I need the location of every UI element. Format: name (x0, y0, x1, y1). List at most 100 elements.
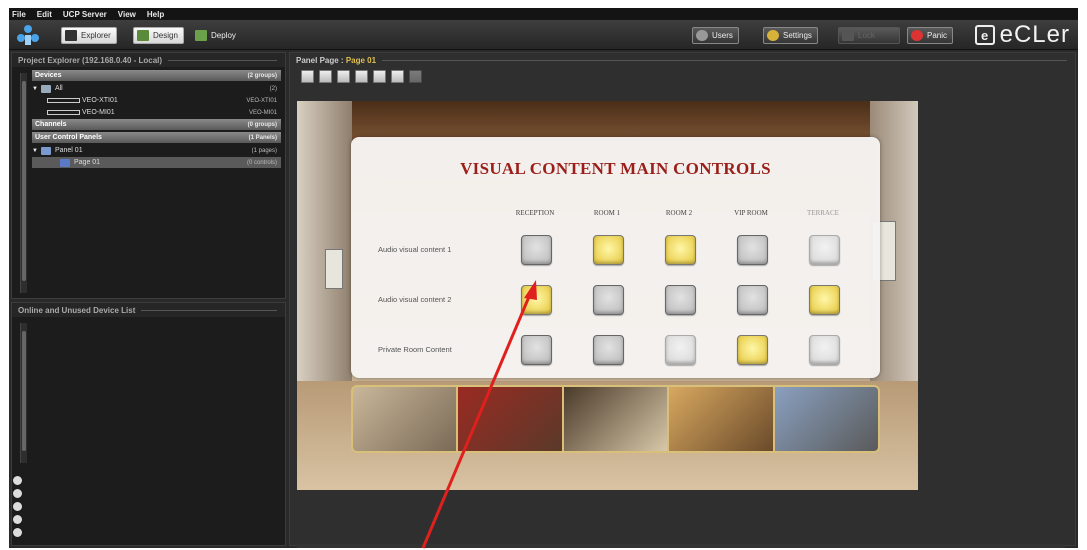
row-label-av-content-1: Audio visual content 1 (378, 245, 452, 254)
device-icon (47, 110, 80, 115)
panic-icon (911, 30, 923, 41)
ecler-logo-word: eCLer (999, 21, 1070, 48)
tree-user-control-panels[interactable]: User Control Panels (1 Panels) (32, 132, 281, 143)
side-button-3[interactable] (13, 502, 22, 511)
design-button[interactable]: Design (133, 27, 184, 44)
tree-device-1[interactable]: VEO-XTI01 VEO-XTI01 (32, 95, 281, 106)
side-button-5[interactable] (13, 528, 22, 537)
move-tool-icon[interactable] (373, 70, 386, 83)
deploy-icon (195, 30, 207, 41)
tree-device-1-id: VEO-XTI01 (246, 97, 277, 104)
toggle-pad-r2-c2[interactable] (593, 285, 624, 315)
menu-edit[interactable]: Edit (37, 10, 52, 19)
toggle-pad-r2-c4[interactable] (737, 285, 768, 315)
device-list-scrollbar[interactable] (20, 323, 27, 463)
tree-device-1-label: VEO-XTI01 (82, 97, 118, 104)
photo-terrace (774, 387, 878, 451)
expand-arrow-icon: ▼ (32, 147, 38, 154)
side-button-4[interactable] (13, 515, 22, 524)
menu-ucp-server[interactable]: UCP Server (63, 10, 107, 19)
settings-button[interactable]: Settings (763, 27, 818, 44)
settings-label: Settings (783, 31, 812, 40)
row-label-private-room: Private Room Content (378, 345, 452, 354)
tree-panel-01[interactable]: ▼ Panel 01 (1 pages) (32, 145, 281, 156)
tree-channels[interactable]: Channels (0 groups) (32, 119, 281, 130)
folder-icon (40, 84, 51, 93)
toggle-pad-r1-c2[interactable] (593, 235, 624, 265)
panel-page-value: Page 01 (345, 55, 377, 65)
select-tool-icon[interactable] (301, 70, 314, 83)
app-logo-icon (17, 25, 39, 45)
photo-reception (353, 387, 459, 451)
explorer-icon (65, 30, 77, 41)
users-button[interactable]: Users (692, 27, 739, 44)
toggle-pad-r2-c5[interactable] (809, 285, 840, 315)
photo-room-2 (563, 387, 670, 451)
photo-room-1 (458, 387, 564, 451)
device-icon (47, 98, 80, 103)
design-icon (137, 30, 149, 41)
controls-title: VISUAL CONTENT MAIN CONTROLS (460, 159, 771, 178)
column-header-terrace: TERRACE (807, 209, 839, 217)
ecler-logo: e eCLer (974, 21, 1070, 48)
paste-tool-icon[interactable] (391, 70, 404, 83)
photo-strip (351, 385, 880, 453)
tree-devices[interactable]: Devices (2 groups) (32, 70, 281, 81)
toggle-pad-r2-c1[interactable] (521, 285, 552, 315)
explorer-button[interactable]: Explorer (61, 27, 117, 44)
tree-all[interactable]: ▼ All (2) (32, 83, 281, 94)
tree-channels-label: Channels (35, 121, 67, 128)
project-explorer-title: Project Explorer (192.168.0.40 - Local) (12, 53, 285, 67)
tree-all-count: (2) (269, 85, 277, 92)
tree-devices-label: Devices (35, 72, 62, 79)
tree-device-2[interactable]: VEO-MI01 VEO-MI01 (32, 107, 281, 118)
menu-help[interactable]: Help (147, 10, 164, 19)
toggle-pad-r1-c5[interactable] (809, 235, 840, 265)
lock-icon (842, 30, 854, 41)
copy-tool-icon[interactable] (355, 70, 368, 83)
toggle-pad-r1-c4[interactable] (737, 235, 768, 265)
tree-panel-01-label: Panel 01 (54, 147, 83, 154)
device-list-panel: Online and Unused Device List (11, 302, 286, 546)
tree-ucp-count: (1 Panels) (248, 134, 277, 141)
background-ceiling (297, 101, 918, 141)
side-button-1[interactable] (13, 476, 22, 485)
menu-file[interactable]: File (12, 10, 26, 19)
design-label: Design (153, 31, 178, 40)
toggle-pad-r3-c1[interactable] (521, 335, 552, 365)
side-button-2[interactable] (13, 489, 22, 498)
canvas-toolbar (301, 70, 427, 84)
photo-vip-room (669, 387, 775, 451)
main-toolbar: Explorer Design Deploy Users Settings Lo… (9, 20, 1078, 50)
snap-tool-icon[interactable] (337, 70, 350, 83)
menu-view[interactable]: View (118, 10, 136, 19)
tree-page-01[interactable]: Page 01 (0 controls) (32, 157, 281, 168)
toggle-pad-r3-c4[interactable] (737, 335, 768, 365)
project-explorer-title-text: Project Explorer (192.168.0.40 - Local) (18, 55, 163, 65)
row-label-av-content-2: Audio visual content 2 (378, 295, 452, 304)
toggle-pad-r1-c3[interactable] (665, 235, 696, 265)
panel-icon (40, 146, 51, 155)
toggle-pad-r3-c3[interactable] (665, 335, 696, 365)
controls-card: VISUAL CONTENT MAIN CONTROLS RECEPTION R… (351, 137, 880, 378)
toggle-pad-r3-c2[interactable] (593, 335, 624, 365)
lock-button[interactable]: Lock (838, 27, 900, 44)
toggle-pad-r1-c1[interactable] (521, 235, 552, 265)
deploy-button[interactable]: Deploy (192, 27, 241, 44)
toggle-pad-r2-c3[interactable] (665, 285, 696, 315)
panic-button[interactable]: Panic (907, 27, 954, 44)
column-header-room-1: ROOM 1 (593, 209, 621, 217)
panel-canvas[interactable]: VISUAL CONTENT MAIN CONTROLS RECEPTION R… (297, 101, 918, 490)
toggle-pad-r3-c5[interactable] (809, 335, 840, 365)
explorer-scrollbar[interactable] (20, 73, 27, 293)
canvas-horizontal-scrollbar[interactable] (297, 544, 1065, 548)
deploy-label: Deploy (211, 31, 236, 40)
device-list-title-text: Online and Unused Device List (18, 305, 136, 315)
column-header-vip-room: VIP ROOM (734, 209, 768, 217)
column-header-room-2: ROOM 2 (665, 209, 693, 217)
grid-tool-icon[interactable] (319, 70, 332, 83)
tree-page-01-count: (0 controls) (246, 159, 277, 166)
delete-tool-icon[interactable] (409, 70, 422, 83)
gear-icon (767, 30, 779, 41)
tree-device-2-id: VEO-MI01 (248, 109, 277, 116)
